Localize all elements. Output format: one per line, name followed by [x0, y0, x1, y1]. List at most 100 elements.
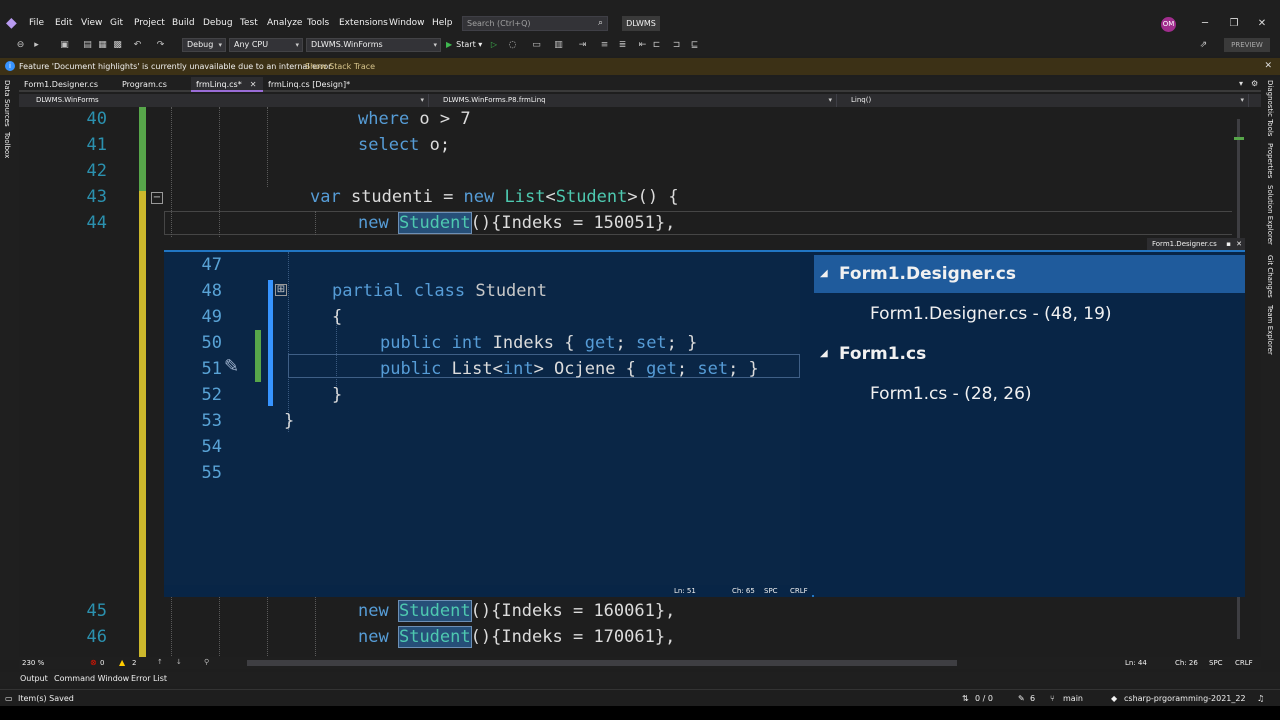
menu-file[interactable]: File [29, 18, 44, 28]
repository-name[interactable]: csharp-prgoramming-2021_22 [1124, 690, 1246, 707]
member-navigation-select[interactable]: Linq() ▾ [837, 94, 1249, 107]
minimize-icon[interactable]: ─ [1195, 16, 1215, 31]
code-line: partial class Student [332, 281, 547, 301]
dock-tab-team-explorer[interactable]: Team Explorer [1266, 305, 1274, 355]
save-icon[interactable]: ▦ [96, 39, 109, 52]
browser-link-icon[interactable]: ▭ [530, 39, 543, 52]
show-stack-trace-link[interactable]: Show Stack Trace [305, 58, 375, 75]
configuration-select[interactable]: Debug ▾ [182, 38, 226, 52]
chevron-down-icon: ▾ [218, 41, 222, 49]
tab-form1-designer[interactable]: Form1.Designer.cs [19, 77, 115, 92]
tab-output[interactable]: Output [20, 674, 48, 683]
peek-whitespace[interactable]: SPC [764, 587, 778, 595]
up-arrow-icon[interactable]: ↑ [157, 658, 163, 666]
type-navigation-select[interactable]: DLWMS.WinForms.P8.frmLinq ▾ [429, 94, 837, 107]
pending-changes-count[interactable]: 6 [1030, 690, 1035, 707]
dock-tab-data-sources[interactable]: Data Sources [3, 80, 11, 127]
menu-debug[interactable]: Debug [203, 18, 233, 28]
menu-view[interactable]: View [81, 18, 102, 28]
new-project-icon[interactable]: ▣ [58, 39, 71, 52]
editor-whitespace[interactable]: SPC [1209, 659, 1223, 667]
branch-name[interactable]: main [1063, 690, 1083, 707]
indent-icon[interactable]: ⇤ [636, 39, 649, 52]
collapse-toggle-icon[interactable]: − [151, 192, 163, 204]
close-window-icon[interactable]: ✕ [1252, 16, 1272, 31]
tab-list-chevron-icon[interactable]: ▾ [1239, 79, 1243, 88]
peek-reference-entry[interactable]: Form1.Designer.cs - (48, 19) [870, 304, 1112, 324]
start-debugging-button[interactable]: ▶ Start ▾ ▷ [446, 38, 497, 52]
peek-group-form1-designer[interactable]: ◢ Form1.Designer.cs [814, 255, 1245, 293]
maximize-icon[interactable]: ❐ [1224, 16, 1244, 31]
settings-gear-icon[interactable]: ⚙ [1251, 79, 1258, 88]
dock-tab-toolbox[interactable]: Toolbox [3, 132, 11, 158]
menu-project[interactable]: Project [134, 18, 165, 28]
peek-code-editor[interactable]: ⊞ ✎ 47 48 partial class Student 49 { 50 … [164, 252, 800, 586]
startup-project-select[interactable]: DLWMS.WinForms ▾ [306, 38, 441, 52]
open-folder-icon[interactable]: ▤ [81, 39, 94, 52]
back-icon[interactable]: ⊖ [14, 39, 27, 52]
line-number: 52 [201, 385, 222, 405]
notifications-icon[interactable]: ♫ [1257, 690, 1264, 707]
quick-actions-screwdriver-icon[interactable]: ✎ [224, 356, 239, 377]
code-cleanup-icon[interactable]: ⚲ [204, 658, 209, 666]
tab-frmlinq-design[interactable]: frmLinq.cs [Design]* [263, 77, 363, 92]
uncomment-icon[interactable]: ≣ [616, 39, 629, 52]
peek-title-tab[interactable]: Form1.Designer.cs ▪ ✕ [1147, 238, 1245, 250]
error-count[interactable]: 0 [100, 659, 104, 667]
solution-name-badge[interactable]: DLWMS [622, 16, 660, 31]
live-share-icon[interactable]: ⇗ [1197, 39, 1210, 52]
dock-tab-properties[interactable]: Properties [1266, 143, 1274, 178]
menu-edit[interactable]: Edit [55, 18, 72, 28]
close-icon[interactable]: ✕ [1264, 58, 1272, 75]
start-without-debugging-icon[interactable]: ▷ [491, 40, 497, 49]
step-icon[interactable]: ⇥ [576, 39, 589, 52]
peek-reference-entry[interactable]: Form1.cs - (28, 26) [870, 384, 1032, 404]
editor-line-ending[interactable]: CRLF [1235, 659, 1253, 667]
menu-help[interactable]: Help [432, 18, 453, 28]
menu-test[interactable]: Test [240, 18, 258, 28]
save-all-icon[interactable]: ▩ [111, 39, 124, 52]
tab-error-list[interactable]: Error List [131, 674, 167, 683]
preview-button[interactable]: PREVIEW [1224, 38, 1270, 52]
search-box[interactable]: Search (Ctrl+Q) ⌕ [462, 16, 608, 31]
bookmark-icon[interactable]: ⊏ [650, 39, 663, 52]
layout-icon[interactable]: ▥ [552, 39, 565, 52]
line-number: 46 [86, 627, 107, 647]
redo-icon[interactable]: ↷ [154, 39, 167, 52]
menu-analyze[interactable]: Analyze [267, 18, 302, 28]
menu-extensions[interactable]: Extensions [339, 18, 388, 28]
bookmark-next-icon[interactable]: ⊑ [688, 39, 701, 52]
dock-tab-solution-explorer[interactable]: Solution Explorer [1266, 185, 1274, 245]
push-pull-count[interactable]: 0 / 0 [975, 690, 993, 707]
tab-frmlinq[interactable]: frmLinq.cs* ✕ [191, 77, 263, 92]
menu-tools[interactable]: Tools [307, 18, 329, 28]
horizontal-scrollbar[interactable] [247, 660, 957, 666]
collapse-toggle-icon[interactable]: ⊞ [275, 284, 287, 296]
close-icon[interactable]: ✕ [1236, 238, 1242, 250]
warning-count[interactable]: 2 [132, 659, 136, 667]
peek-group-form1[interactable]: ◢ Form1.cs [814, 335, 1245, 373]
tab-program[interactable]: Program.cs [117, 77, 189, 92]
dock-tab-git-changes[interactable]: Git Changes [1266, 255, 1274, 298]
menu-build[interactable]: Build [172, 18, 195, 28]
chevron-down-icon: ▾ [420, 96, 424, 104]
menu-git[interactable]: Git [110, 18, 123, 28]
tab-command-window[interactable]: Command Window [54, 674, 129, 683]
forward-icon[interactable]: ▸ [30, 39, 43, 52]
dock-tab-diagnostic-tools[interactable]: Diagnostic Tools [1266, 80, 1274, 136]
avatar[interactable]: OM [1161, 17, 1176, 32]
close-icon[interactable]: ✕ [250, 80, 257, 89]
bookmark-prev-icon[interactable]: ⊐ [670, 39, 683, 52]
menu-window[interactable]: Window [389, 18, 425, 28]
down-arrow-icon[interactable]: ↓ [176, 658, 182, 666]
project-navigation-select[interactable]: DLWMS.WinForms ▾ [19, 94, 429, 107]
attach-icon[interactable]: ◌ [506, 39, 519, 52]
zoom-level[interactable]: 230 % [22, 659, 44, 667]
undo-icon[interactable]: ↶ [131, 39, 144, 52]
peek-line: Ln: 51 [674, 587, 696, 595]
promote-to-document-icon[interactable]: ▪ [1226, 238, 1231, 250]
warning-icon: ▲ [119, 658, 126, 667]
platform-select[interactable]: Any CPU ▾ [229, 38, 303, 52]
peek-line-ending[interactable]: CRLF [790, 587, 808, 595]
comment-icon[interactable]: ≡ [598, 39, 611, 52]
